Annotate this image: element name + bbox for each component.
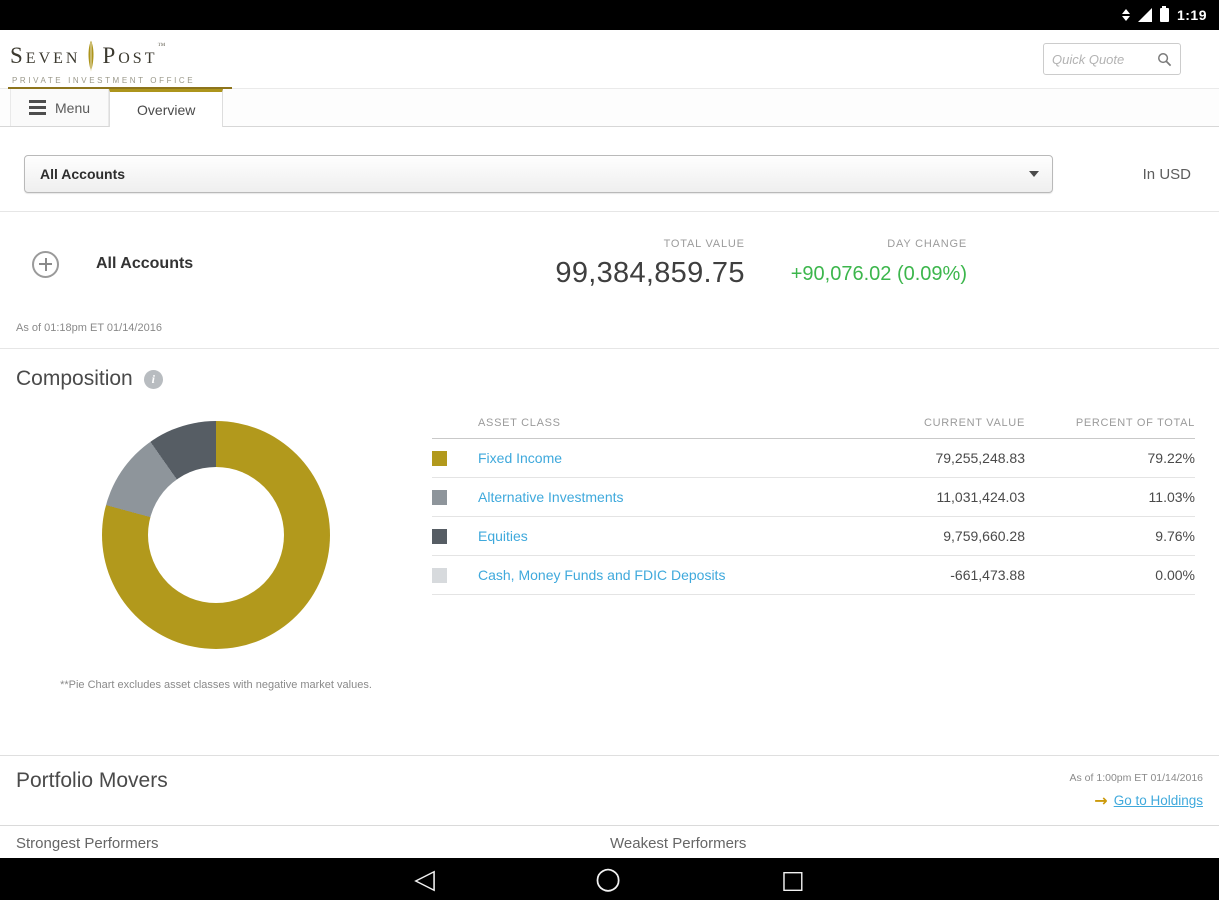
strongest-performers-label: Strongest Performers — [16, 835, 159, 852]
tab-overview[interactable]: Overview — [109, 89, 224, 127]
table-row: Equities 9,759,660.28 9.76% — [432, 517, 1195, 556]
legend-swatch-alternative-investments — [432, 489, 447, 505]
asset-table-header: ASSET CLASS CURRENT VALUE PERCENT OF TOT… — [432, 413, 1195, 439]
legend-swatch-fixed-income — [432, 450, 447, 466]
composition-title-row: Composition — [16, 367, 1203, 391]
android-nav-bar: ◁ ○ □ — [0, 858, 1219, 900]
account-selector-row: All Accounts In USD — [0, 127, 1219, 211]
table-row: Fixed Income 79,255,248.83 79.22% — [432, 439, 1195, 478]
weakest-performers-label: Weakest Performers — [610, 835, 747, 852]
total-value-label: TOTAL VALUE — [663, 238, 745, 250]
dropdown-caret-icon — [1028, 171, 1039, 177]
summary-band: All Accounts TOTAL VALUE 99,384,859.75 D… — [0, 212, 1219, 294]
percent-of-total: 79.22% — [1147, 450, 1195, 466]
brand-tagline: PRIVATE INVESTMENT OFFICE — [12, 76, 196, 85]
data-activity-icon — [1121, 9, 1130, 21]
expand-accounts-button[interactable] — [32, 250, 59, 278]
total-value-block: TOTAL VALUE 99,384,859.75 — [555, 238, 744, 290]
portfolio-movers-as-of: As of 1:00pm ET 01/14/2016 — [1069, 772, 1203, 784]
accounts-dropdown[interactable]: All Accounts — [24, 155, 1053, 193]
table-row: Alternative Investments 11,031,424.03 11… — [432, 478, 1195, 517]
summary-values: TOTAL VALUE 99,384,859.75 DAY CHANGE +90… — [555, 238, 1195, 290]
day-change-label: DAY CHANGE — [887, 238, 967, 250]
signal-strength-icon — [1137, 8, 1152, 22]
pie-chart-footnote: **Pie Chart excludes asset classes with … — [60, 679, 372, 691]
brand-logo: Seven Post ™ PRIVATE INVESTMENT OFFICE — [10, 33, 195, 85]
header-percent-of-total: PERCENT OF TOTAL — [1075, 417, 1195, 429]
menu-button[interactable]: Menu — [10, 89, 110, 126]
brand-wordmark: Seven Post ™ — [10, 37, 195, 75]
day-change-block: DAY CHANGE +90,076.02 (0.09%) — [791, 238, 967, 290]
header-current-value: CURRENT VALUE — [924, 417, 1025, 429]
go-to-holdings-link[interactable]: → Go to Holdings — [1070, 791, 1203, 810]
currency-label: In USD — [1142, 165, 1191, 183]
battery-icon — [1159, 6, 1169, 22]
asset-link-equities[interactable]: Equities — [478, 528, 785, 544]
quick-quote-box[interactable] — [1043, 43, 1181, 75]
search-icon[interactable] — [1157, 52, 1172, 67]
brand-word-seven: Seven — [10, 43, 81, 68]
day-change-value: +90,076.02 (0.09%) — [790, 263, 967, 285]
tab-overview-label: Overview — [137, 101, 196, 118]
asset-class-table: ASSET CLASS CURRENT VALUE PERCENT OF TOT… — [432, 413, 1195, 691]
android-status-bar: 1:19 — [0, 0, 1219, 30]
status-clock: 1:19 — [1176, 7, 1207, 23]
composition-donut — [102, 421, 330, 649]
portfolio-movers-title: Portfolio Movers — [16, 769, 168, 792]
current-value: 11,031,424.03 — [936, 489, 1026, 505]
recents-button[interactable]: □ — [781, 867, 805, 892]
hamburger-icon — [29, 100, 46, 115]
app-window: Seven Post ™ PRIVATE INVESTMENT OFFICE Q… — [0, 30, 1219, 900]
composition-body: **Pie Chart excludes asset classes with … — [16, 413, 1203, 691]
quick-quote-input[interactable] — [1052, 51, 1147, 67]
composition-section: Composition **Pie Chart excludes asset c… — [0, 349, 1219, 691]
portfolio-movers-header: Portfolio Movers As of 1:00pm ET 01/14/2… — [16, 769, 1203, 810]
total-value: 99,384,859.75 — [555, 257, 745, 289]
composition-title: Composition — [16, 367, 133, 390]
asset-link-fixed-income[interactable]: Fixed Income — [478, 450, 785, 466]
percent-of-total: 0.00% — [1155, 567, 1195, 583]
summary-account-name: All Accounts — [96, 255, 194, 272]
arrow-right-icon: → — [1094, 791, 1108, 810]
go-to-holdings-label: Go to Holdings — [1113, 793, 1203, 808]
tab-bar: Menu Overview — [0, 88, 1219, 127]
table-row: Cash, Money Funds and FDIC Deposits -661… — [432, 556, 1195, 595]
legend-swatch-equities — [432, 528, 447, 544]
feather-icon — [88, 40, 94, 72]
current-value: 79,255,248.83 — [935, 450, 1025, 466]
menu-button-label: Menu — [55, 99, 91, 116]
composition-chart-area: **Pie Chart excludes asset classes with … — [16, 413, 416, 691]
brand-underline — [8, 87, 232, 89]
percent-of-total: 9.76% — [1155, 528, 1195, 544]
percent-of-total: 11.03% — [1148, 489, 1195, 505]
legend-swatch-cash — [432, 567, 447, 583]
summary-as-of: As of 01:18pm ET 01/14/2016 — [16, 322, 162, 334]
portfolio-movers-meta: As of 1:00pm ET 01/14/2016 → Go to Holdi… — [1070, 769, 1203, 810]
brand-trademark: ™ — [157, 41, 166, 50]
brand-word-post: Post — [102, 43, 158, 68]
info-icon[interactable] — [143, 369, 163, 389]
current-value: 9,759,660.28 — [943, 528, 1025, 544]
asset-link-cash[interactable]: Cash, Money Funds and FDIC Deposits — [478, 567, 785, 583]
tablet-screen: 1:19 Seven Post ™ PRIVATE INVESTMENT OFF… — [0, 0, 1219, 900]
accounts-dropdown-value: All Accounts — [40, 166, 126, 182]
back-button[interactable]: ◁ — [414, 866, 435, 893]
app-header: Seven Post ™ PRIVATE INVESTMENT OFFICE — [0, 30, 1219, 89]
current-value: -661,473.88 — [950, 567, 1025, 583]
portfolio-movers-section: Portfolio Movers As of 1:00pm ET 01/14/2… — [0, 755, 1219, 872]
asset-link-alternative-investments[interactable]: Alternative Investments — [478, 489, 785, 505]
home-button[interactable]: ○ — [595, 864, 621, 894]
header-asset-class: ASSET CLASS — [478, 417, 561, 429]
